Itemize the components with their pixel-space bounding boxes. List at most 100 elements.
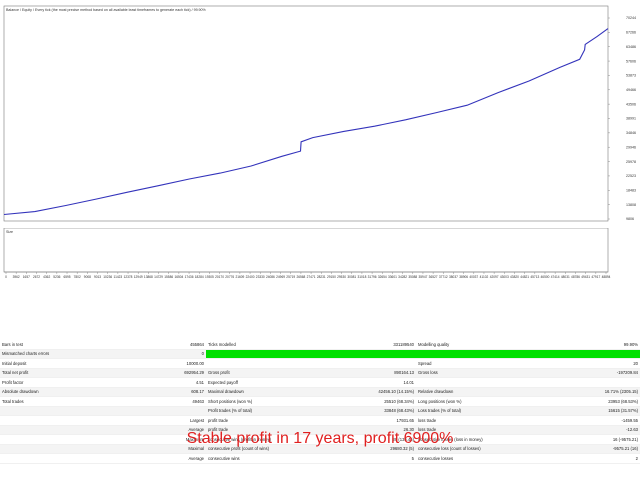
x-tick-label: 29150 (327, 275, 336, 279)
report-label: Relative drawdown (416, 387, 526, 397)
report-value (526, 377, 640, 388)
y-tick-label: 25978 (626, 160, 636, 164)
report-value: 20 (526, 358, 640, 369)
x-tick-label: 17436 (185, 275, 194, 279)
report-value: 23953 (68.53%) (526, 396, 640, 407)
report-value: -1459.55 (526, 415, 640, 426)
x-tick-label: 10236 (103, 275, 112, 279)
report-row: Average consecutive wins 5 consecutive loss… (0, 453, 640, 464)
size-label: Size (6, 230, 13, 234)
y-tick-label: 70244 (626, 16, 636, 20)
x-tick-label: 34282 (398, 275, 407, 279)
x-tick-label: 36527 (429, 275, 438, 279)
report-value: 15615 (31.57%) (526, 406, 640, 416)
report-row: Absolute drawdown 608.17 Maximal drawdown 4… (0, 387, 640, 397)
x-tick-label: 45713 (530, 275, 539, 279)
report-label: Short positions (won %) (206, 396, 316, 407)
x-tick-label: 31796 (368, 275, 377, 279)
x-tick-label: 24086 (266, 275, 275, 279)
x-tick-label: 0 (5, 275, 7, 279)
x-tick-label: 3962 (13, 275, 20, 279)
x-tick-label: 40037 (469, 275, 478, 279)
x-tick-label: 38037 (449, 275, 458, 279)
x-tick-label: 48031 (561, 275, 570, 279)
x-tick-label: 38906 (459, 275, 468, 279)
y-tick-label: 43506 (626, 102, 636, 106)
report-label (416, 377, 526, 388)
report-label: consecutive wins (206, 453, 316, 464)
report-value: 692954.29 (70, 368, 206, 378)
x-tick-label: 5236 (53, 275, 60, 279)
report-label: Total net profit (0, 368, 70, 378)
x-tick-label: 15586 (164, 275, 173, 279)
x-tick-label: 4362 (43, 275, 50, 279)
report-label (0, 415, 70, 426)
report-value: 10000.00 (70, 358, 206, 369)
x-tick-label: 27471 (307, 275, 316, 279)
x-tick-label: 33601 (388, 275, 397, 279)
report-row: Total net profit 692954.29 Gross profit 890… (0, 368, 640, 378)
report-label: Gross profit (206, 368, 316, 378)
y-tick-label: 49466 (626, 88, 636, 92)
report-value: 16.71% (2305.15) (526, 387, 640, 397)
report-value: 33848 (68.43%) (316, 406, 416, 416)
x-tick-label: 44821 (520, 275, 529, 279)
report-label: Total trades (0, 396, 70, 407)
report-value: 2 (526, 453, 640, 464)
x-tick-label: 42097 (490, 275, 499, 279)
report-row: Mismatched charts errors 0 (0, 349, 640, 359)
x-tick-label: 43820 (510, 275, 519, 279)
x-axis-ticks: 0 3962 1657 2672 4362 5236 6595 7802 9008 9013 102… (5, 272, 611, 279)
report-label: Gross loss (416, 368, 526, 378)
y-tick-label: 13808 (626, 203, 636, 207)
report-label: Initial deposit (0, 358, 70, 369)
report-row: Initial deposit 10000.00 Spread 20 (0, 358, 640, 369)
x-tick-label: 29530 (337, 275, 346, 279)
report-row: Profit factor 4.51 Expected payoff 14.01 (0, 377, 640, 388)
report-label: Expected payoff (206, 377, 316, 388)
x-tick-label: 9008 (84, 275, 91, 279)
x-tick-label: 25719 (286, 275, 295, 279)
x-tick-label: 31018 (357, 275, 366, 279)
x-tick-label: 30081 (347, 275, 356, 279)
report-value: 49463 (70, 396, 206, 407)
x-tick-label: 21609 (235, 275, 244, 279)
x-tick-label: 37712 (439, 275, 448, 279)
y-tick-label: 53873 (626, 74, 636, 78)
report-value: 608.17 (70, 387, 206, 397)
report-value: 0 (70, 349, 206, 359)
x-tick-label: 43003 (500, 275, 509, 279)
x-tick-label: 35088 (408, 275, 417, 279)
y-tick-label: 29946 (626, 145, 636, 149)
report-row: Bars in test 455864 Ticks modelled 33118954… (0, 340, 640, 350)
report-value: 17931.65 (316, 415, 416, 426)
report-label: Modelling quality (416, 340, 526, 350)
report-value: Largest (70, 415, 206, 426)
report-label (0, 453, 70, 464)
x-tick-label: 47414 (551, 275, 560, 279)
report-label: Mismatched charts errors (0, 349, 70, 359)
y-tick-label: 34846 (626, 131, 636, 135)
report-label: Bars in test (0, 340, 70, 350)
x-tick-label: 16504 (174, 275, 183, 279)
x-tick-label: 48786 (571, 275, 580, 279)
x-tick-label: 48894 (602, 275, 611, 279)
size-panel: Size 0 3962 1657 2672 4362 5236 6595 7802 9008 90… (3, 228, 611, 279)
x-tick-label: 18284 (195, 275, 204, 279)
report-label: Maximal drawdown (206, 387, 316, 397)
x-tick-label: 12949 (134, 275, 143, 279)
y-tick-label: 67266 (626, 31, 636, 35)
report-label (0, 406, 70, 416)
report-label: Ticks modelled (206, 340, 316, 350)
report-value: 4.51 (70, 377, 206, 388)
x-tick-label: 35947 (419, 275, 428, 279)
report-value: 5 (316, 453, 416, 464)
report-label: profit trade (206, 415, 316, 426)
balance-graph: Balance / Equity / Every tick (the most … (0, 0, 640, 228)
report-label: consecutive losses (416, 453, 526, 464)
mismatch-indicator-bar (206, 349, 640, 359)
report-value (316, 358, 416, 369)
x-tick-label: 23330 (256, 275, 265, 279)
report-label: Profit factor (0, 377, 70, 388)
report-value: 42456.10 (14.15%) (316, 387, 416, 397)
